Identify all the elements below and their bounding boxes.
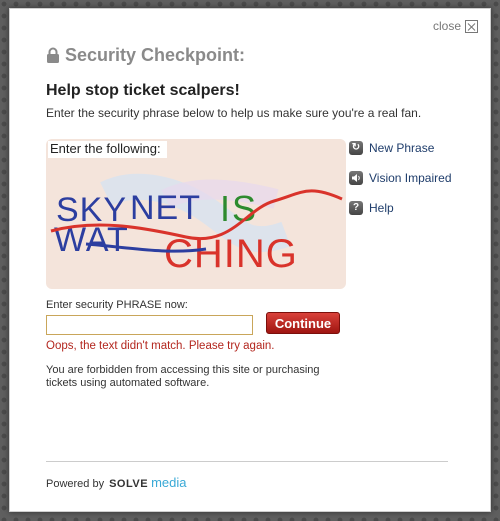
dialog-header: Security Checkpoint: <box>46 45 245 66</box>
dialog-title: Security Checkpoint: <box>65 45 246 65</box>
phrase-field-label: Enter security PHRASE now: <box>46 299 188 311</box>
lock-icon <box>47 47 59 63</box>
speaker-icon[interactable] <box>349 171 363 185</box>
footer-divider <box>46 461 448 462</box>
instructions-text: Enter the security phrase below to help … <box>46 106 422 120</box>
new-phrase-link[interactable]: ↻ New Phrase <box>349 140 452 156</box>
logo-media-text: media <box>151 475 187 490</box>
close-icon[interactable] <box>465 19 478 33</box>
vision-impaired-link[interactable]: Vision Impaired <box>349 170 452 186</box>
help-label[interactable]: Help <box>369 201 394 215</box>
automation-notice: You are forbidden from accessing this si… <box>46 364 320 389</box>
new-phrase-label[interactable]: New Phrase <box>369 141 434 155</box>
solve-media-logo[interactable]: SOLVE media <box>109 475 186 490</box>
captcha-line1-part2: NET <box>130 189 201 227</box>
security-phrase-input[interactable] <box>46 315 253 335</box>
logo-solve-text: SOLVE <box>109 478 149 490</box>
continue-button[interactable]: Continue <box>266 312 340 334</box>
close-button[interactable]: close <box>433 19 478 33</box>
captcha-line1-part3: IS <box>196 188 258 229</box>
security-checkpoint-dialog: close Security Checkpoint: Help stop tic… <box>9 8 491 512</box>
help-icon[interactable]: ? <box>349 201 363 215</box>
powered-by-label: Powered by <box>46 478 105 490</box>
captcha-options: ↻ New Phrase Vision Impaired ? Help <box>349 140 452 230</box>
captcha-graphic: SKY NET IS WAT CHING <box>50 173 343 276</box>
captcha-line2-part2: CHING <box>164 232 298 276</box>
error-message: Oops, the text didn't match. Please try … <box>46 340 275 352</box>
powered-by: Powered by SOLVE media <box>46 475 187 490</box>
captcha-image: SKY NET IS WAT CHING Enter the following… <box>46 139 346 289</box>
close-label[interactable]: close <box>433 19 461 33</box>
vision-impaired-label[interactable]: Vision Impaired <box>369 171 452 185</box>
help-link[interactable]: ? Help <box>349 200 452 216</box>
headline: Help stop ticket scalpers! <box>46 82 240 99</box>
captcha-prompt: Enter the following: <box>48 141 167 158</box>
refresh-icon[interactable]: ↻ <box>349 141 363 155</box>
